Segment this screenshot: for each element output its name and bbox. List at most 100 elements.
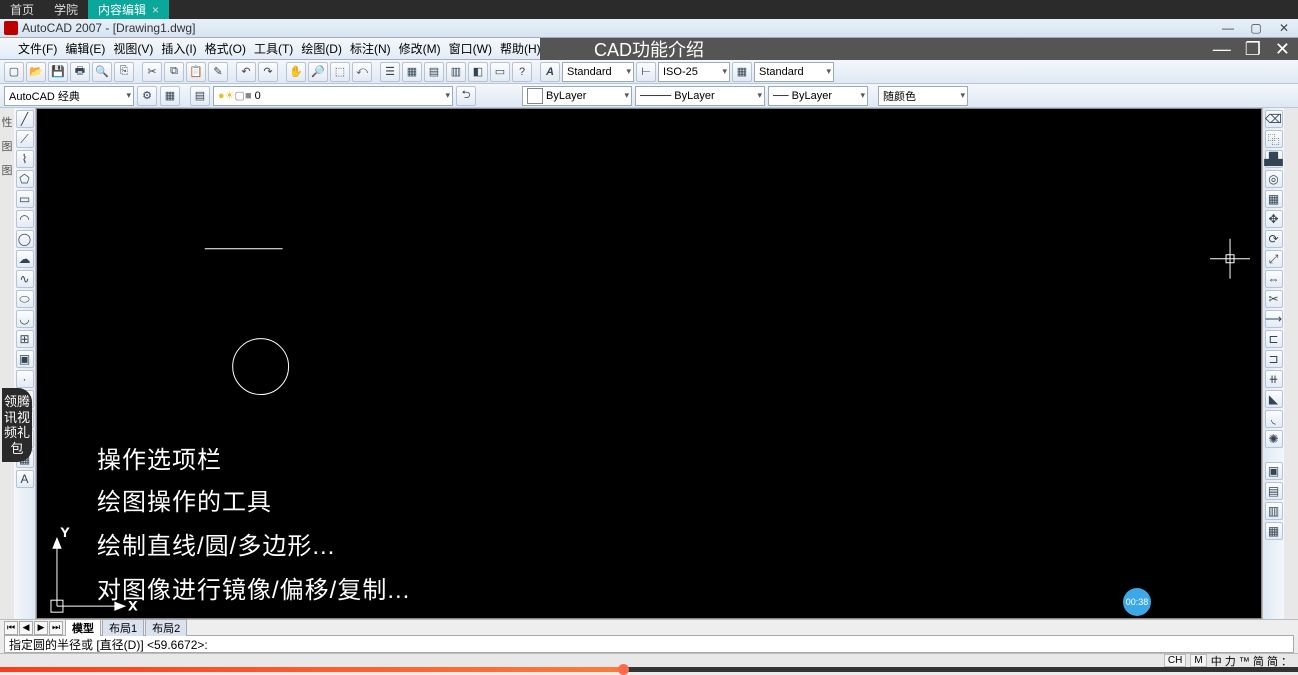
line-icon[interactable]: ╱ xyxy=(16,110,34,128)
plot-icon[interactable]: 🖶 xyxy=(70,62,90,82)
dim-style-select[interactable]: ISO-25 xyxy=(658,62,730,82)
revcloud-icon[interactable]: ☁ xyxy=(16,250,34,268)
lineweight-select[interactable]: ── ByLayer xyxy=(768,86,868,106)
fillet-icon[interactable]: ◟ xyxy=(1265,410,1283,428)
offset-icon[interactable]: ◎ xyxy=(1265,170,1283,188)
workspace-select[interactable]: AutoCAD 经典 xyxy=(4,86,134,106)
text-style-select[interactable]: Standard xyxy=(562,62,634,82)
zoom-rt-icon[interactable]: 🔎 xyxy=(308,62,328,82)
vertical-scrollbar[interactable] xyxy=(1284,108,1298,619)
ext-tab-home[interactable]: 首页 xyxy=(0,0,44,19)
stretch-icon[interactable]: ⇔ xyxy=(1265,270,1283,288)
array-icon[interactable]: ▦ xyxy=(1265,190,1283,208)
draworder-back-icon[interactable]: ▣ xyxy=(1265,462,1283,480)
table-style-select[interactable]: Standard xyxy=(754,62,834,82)
rectangle-icon[interactable]: ▭ xyxy=(16,190,34,208)
make-block-icon[interactable]: ▣ xyxy=(16,350,34,368)
publish-icon[interactable]: ⎘ xyxy=(114,62,134,82)
calc-icon[interactable]: ▭ xyxy=(490,62,510,82)
tab-last-icon[interactable]: ⏭ xyxy=(49,621,63,635)
pline-icon[interactable]: ⌇ xyxy=(16,150,34,168)
layer-prev-icon[interactable]: ⮌ xyxy=(456,86,476,106)
draworder-above-icon[interactable]: ▥ xyxy=(1265,502,1283,520)
properties-icon[interactable]: ☰ xyxy=(380,62,400,82)
scale-icon[interactable]: ⤢ xyxy=(1265,250,1283,268)
match-icon[interactable]: ✎ xyxy=(208,62,228,82)
spline-icon[interactable]: ∿ xyxy=(16,270,34,288)
ime-ch[interactable]: CH xyxy=(1164,654,1186,667)
color-select[interactable]: ByLayer xyxy=(522,86,632,106)
command-text: 指定圆的半径或 [直径(D)] <59.6672>: xyxy=(9,636,208,653)
tool-palette-icon[interactable]: ▤ xyxy=(424,62,444,82)
xline-icon[interactable]: ⟋ xyxy=(16,130,34,148)
layer-props-icon[interactable]: ▤ xyxy=(190,86,210,106)
doc-restore-button[interactable]: ❐ xyxy=(1245,40,1261,58)
tab-model[interactable]: 模型 xyxy=(65,619,101,636)
polygon-icon[interactable]: ⬠ xyxy=(16,170,34,188)
minimize-button[interactable]: — xyxy=(1214,19,1242,37)
table-style-icon[interactable]: ▦ xyxy=(732,62,752,82)
circle-icon[interactable]: ◯ xyxy=(16,230,34,248)
workspace-lock-icon[interactable]: ▦ xyxy=(160,86,180,106)
insert-block-icon[interactable]: ⊞ xyxy=(16,330,34,348)
mtext-icon[interactable]: A xyxy=(16,470,34,488)
extend-icon[interactable]: ⟶ xyxy=(1265,310,1283,328)
plot-color-select[interactable]: 随颜色 xyxy=(878,86,968,106)
break-icon[interactable]: ⊐ xyxy=(1265,350,1283,368)
command-line[interactable]: 指定圆的半径或 [直径(D)] <59.6672>: xyxy=(4,635,1294,653)
preview-icon[interactable]: 🔍 xyxy=(92,62,112,82)
close-icon[interactable]: × xyxy=(152,3,159,17)
zoom-prev-icon[interactable]: ⤺ xyxy=(352,62,372,82)
chamfer-icon[interactable]: ◣ xyxy=(1265,390,1283,408)
zoom-win-icon[interactable]: ⬚ xyxy=(330,62,350,82)
break-pt-icon[interactable]: ⊏ xyxy=(1265,330,1283,348)
progress-knob-icon[interactable] xyxy=(618,664,629,675)
cut-icon[interactable]: ✂ xyxy=(142,62,162,82)
trim-icon[interactable]: ✂ xyxy=(1265,290,1283,308)
maximize-button[interactable]: ▢ xyxy=(1242,19,1270,37)
sheet-icon[interactable]: ▥ xyxy=(446,62,466,82)
tab-first-icon[interactable]: ⏮ xyxy=(4,621,18,635)
mirror-icon[interactable]: ▟▙ xyxy=(1265,150,1283,168)
layer-select[interactable]: ● ☀ ▢ ■ 0 xyxy=(213,86,453,106)
draworder-front-icon[interactable]: ▤ xyxy=(1265,482,1283,500)
copy-icon[interactable]: ⧉ xyxy=(164,62,184,82)
help-icon[interactable]: ? xyxy=(512,62,532,82)
tab-layout2[interactable]: 布局2 xyxy=(145,619,187,636)
redo-icon[interactable]: ↷ xyxy=(258,62,278,82)
dc-icon[interactable]: ▦ xyxy=(402,62,422,82)
markup-icon[interactable]: ◧ xyxy=(468,62,488,82)
video-progress[interactable] xyxy=(0,667,1298,672)
explode-icon[interactable]: ✺ xyxy=(1265,430,1283,448)
erase-icon[interactable]: ⌫ xyxy=(1265,110,1283,128)
draworder-under-icon[interactable]: ▦ xyxy=(1265,522,1283,540)
arc-icon[interactable]: ◠ xyxy=(16,210,34,228)
undo-icon[interactable]: ↶ xyxy=(236,62,256,82)
ext-tab-academy[interactable]: 学院 xyxy=(44,0,88,19)
doc-minimize-button[interactable]: — xyxy=(1213,40,1231,58)
open-icon[interactable]: 📂 xyxy=(26,62,46,82)
save-icon[interactable]: 💾 xyxy=(48,62,68,82)
point-icon[interactable]: · xyxy=(16,370,34,388)
dim-style-icon[interactable]: ⊢ xyxy=(636,62,656,82)
paste-icon[interactable]: 📋 xyxy=(186,62,206,82)
text-style-icon[interactable]: A xyxy=(540,62,560,82)
ime-m[interactable]: M xyxy=(1190,654,1206,667)
tab-next-icon[interactable]: ▶ xyxy=(34,621,48,635)
copy-obj-icon[interactable]: ⿻ xyxy=(1265,130,1283,148)
drawing-canvas[interactable]: Y X 操作选项栏 绘图操作的工具 绘制直线/圆/多边形... 对图像进行镜像/… xyxy=(36,108,1262,619)
ellipse-arc-icon[interactable]: ◡ xyxy=(16,310,34,328)
join-icon[interactable]: ⧺ xyxy=(1265,370,1283,388)
close-button[interactable]: ✕ xyxy=(1270,19,1298,37)
promo-bubble[interactable]: 领腾讯视频礼包 xyxy=(2,388,32,462)
move-icon[interactable]: ✥ xyxy=(1265,210,1283,228)
ellipse-icon[interactable]: ⬭ xyxy=(16,290,34,308)
ext-tab-active[interactable]: 内容编辑 × xyxy=(88,0,169,19)
tab-prev-icon[interactable]: ◀ xyxy=(19,621,33,635)
pan-icon[interactable]: ✋ xyxy=(286,62,306,82)
doc-close-button[interactable]: ✕ xyxy=(1275,40,1290,58)
linetype-select[interactable]: ──── ByLayer xyxy=(635,86,765,106)
tab-layout1[interactable]: 布局1 xyxy=(102,619,144,636)
workspace-settings-icon[interactable]: ⚙ xyxy=(137,86,157,106)
new-icon[interactable]: ▢ xyxy=(4,62,24,82)
